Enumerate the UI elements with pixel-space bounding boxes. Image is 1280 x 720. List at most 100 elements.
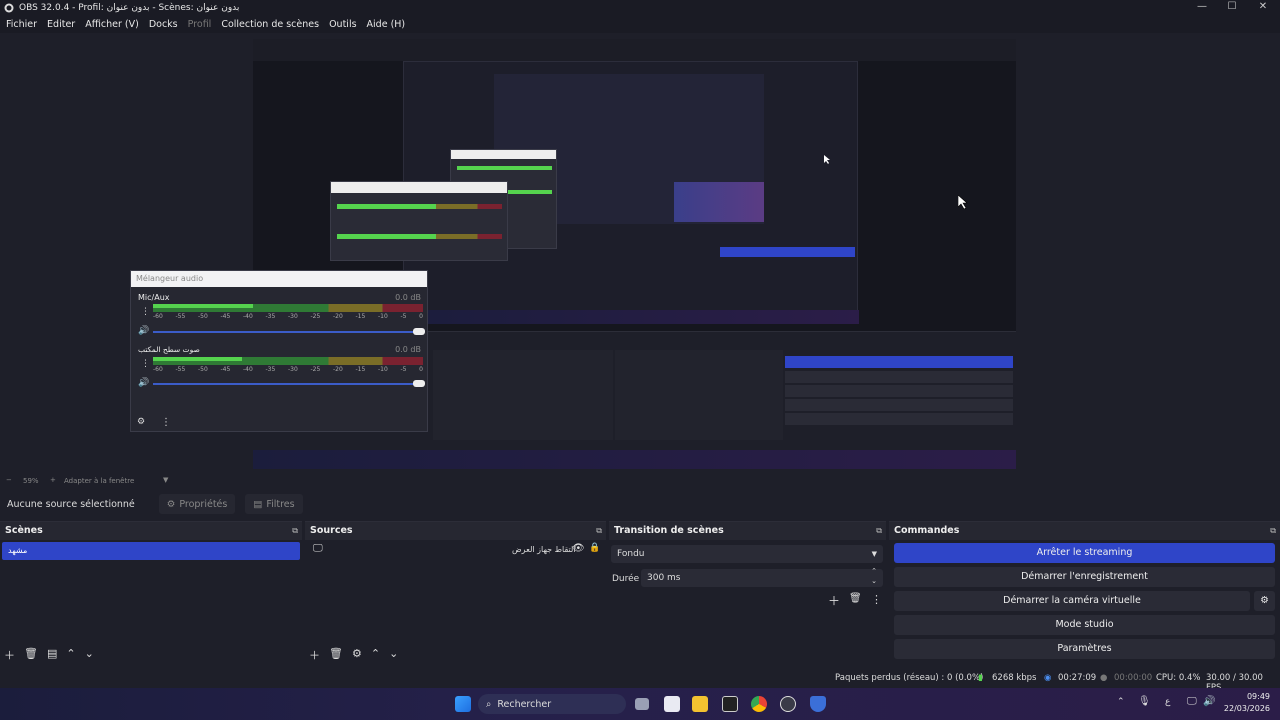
record-icon: ● bbox=[1100, 673, 1108, 683]
store-icon[interactable] bbox=[664, 696, 680, 712]
shield-icon[interactable] bbox=[810, 696, 826, 712]
trash-icon[interactable]: 🗑 bbox=[849, 593, 862, 604]
trash-icon[interactable]: 🗑 bbox=[24, 647, 38, 663]
minimize-button[interactable]: — bbox=[1187, 0, 1217, 16]
speaker-icon[interactable]: 🔊 bbox=[138, 378, 149, 388]
network-icon[interactable]: 🖵 bbox=[1187, 696, 1197, 707]
scene-item[interactable]: مشهد bbox=[2, 542, 300, 560]
virtual-camera-button[interactable]: Démarrer la caméra virtuelle bbox=[894, 591, 1250, 611]
more-icon[interactable]: ⋮ bbox=[871, 593, 882, 606]
add-icon[interactable]: ＋ bbox=[828, 592, 840, 609]
stream-icon: ◉ bbox=[1044, 673, 1052, 683]
monitor-icon: 🖵 bbox=[313, 543, 323, 554]
transitions-header: Transition de scènes ⧉ bbox=[609, 522, 886, 540]
clock-date[interactable]: 22/03/2026 bbox=[1222, 704, 1270, 713]
menu-outils[interactable]: Outils bbox=[329, 19, 356, 30]
clock-time[interactable]: 09:49 bbox=[1232, 692, 1270, 701]
eye-icon[interactable]: 👁 bbox=[572, 543, 585, 554]
popout-icon[interactable]: ⧉ bbox=[876, 522, 882, 540]
chevron-up-icon[interactable]: ⌃ bbox=[1117, 697, 1125, 707]
menu-docks[interactable]: Docks bbox=[149, 19, 178, 30]
arrow-up-icon[interactable]: ⌃ bbox=[371, 647, 380, 663]
gear-icon[interactable]: ⚙ bbox=[1254, 591, 1275, 611]
scenes-dock: Scènes ⧉ مشهد ＋ 🗑 ▤ ⌃ ⌄ bbox=[0, 521, 302, 667]
sources-toolbar: ＋ 🗑 ⚙ ⌃ ⌄ bbox=[309, 647, 398, 663]
studio-mode-button[interactable]: Mode studio bbox=[894, 615, 1275, 635]
speaker-icon[interactable]: 🔊 bbox=[138, 326, 149, 336]
audio-mixer-window[interactable]: Mélangeur audio Mic/Aux 0.0 dB ⋮ -60 -55 -… bbox=[130, 270, 428, 432]
close-button[interactable]: ✕ bbox=[1248, 0, 1278, 16]
popout-icon[interactable]: ⧉ bbox=[1270, 522, 1276, 540]
settings-button[interactable]: Paramètres bbox=[894, 639, 1275, 659]
volume-slider-knob[interactable] bbox=[413, 328, 425, 335]
menu-afficher[interactable]: Afficher (V) bbox=[85, 19, 139, 30]
volume-slider[interactable] bbox=[153, 380, 425, 387]
scenes-header: Scènes ⧉ bbox=[0, 522, 302, 540]
gear-icon[interactable]: ⚙ bbox=[352, 647, 362, 663]
popout-icon[interactable]: ⧉ bbox=[292, 522, 298, 540]
language-indicator[interactable]: ع bbox=[1165, 697, 1170, 707]
zoom-fit-select[interactable]: Adapter à la fenêtre bbox=[64, 477, 134, 485]
duration-label: Durée bbox=[612, 574, 640, 584]
chevron-down-icon: ▼ bbox=[871, 550, 877, 558]
mixer-menu-icon[interactable]: ⋮ bbox=[141, 307, 150, 317]
transition-select[interactable]: Fondu ▼ bbox=[611, 545, 883, 563]
advanced-audio-icon[interactable]: ⚙ bbox=[137, 417, 145, 427]
start-recording-button[interactable]: Démarrer l'enregistrement bbox=[894, 567, 1275, 587]
volume-slider[interactable] bbox=[153, 328, 425, 335]
menu-profil[interactable]: Profil bbox=[188, 19, 212, 30]
chevron-down-icon[interactable]: ▼ bbox=[163, 476, 168, 484]
stop-streaming-button[interactable]: Arrêter le streaming bbox=[894, 543, 1275, 563]
meter-tick-label: -10 bbox=[378, 366, 388, 373]
menu-editer[interactable]: Editer bbox=[47, 19, 75, 30]
meter-tick-label: -40 bbox=[243, 313, 253, 320]
mixer-channel-name: Mic/Aux bbox=[138, 293, 170, 302]
properties-button[interactable]: ⚙ Propriétés bbox=[158, 494, 236, 514]
add-icon[interactable]: ＋ bbox=[309, 647, 320, 663]
spinner-icon[interactable]: ⌃ ⌄ bbox=[871, 566, 877, 586]
source-item[interactable]: 🖵 التقاط جهاز العرض 👁 🔒 bbox=[307, 542, 604, 560]
arrow-down-icon[interactable]: ⌄ bbox=[85, 647, 94, 663]
preview-area[interactable]: Mélangeur audio Mic/Aux 0.0 dB ⋮ -60 -55 -… bbox=[0, 33, 1280, 476]
taskbar-search[interactable]: ⌕ Rechercher bbox=[478, 694, 626, 714]
arrow-up-icon[interactable]: ⌃ bbox=[66, 647, 75, 663]
obs-icon[interactable] bbox=[780, 696, 796, 712]
zoom-out-button[interactable]: − bbox=[6, 476, 12, 484]
nested-stream-button bbox=[720, 247, 855, 257]
search-icon: ⌕ bbox=[486, 698, 492, 710]
epic-games-icon[interactable] bbox=[722, 696, 738, 712]
microphone-icon[interactable]: 🎙 bbox=[1138, 696, 1151, 707]
meter-tick-label: -20 bbox=[333, 366, 343, 373]
filters-button[interactable]: ▤ Filtres bbox=[245, 494, 303, 514]
menu-scene-collection[interactable]: Collection de scènes bbox=[221, 19, 319, 30]
maximize-button[interactable]: ☐ bbox=[1217, 0, 1247, 16]
mixer-menu-icon[interactable]: ⋮ bbox=[141, 359, 150, 369]
zoom-in-button[interactable]: + bbox=[50, 476, 56, 484]
file-explorer-icon[interactable] bbox=[692, 696, 708, 712]
chrome-icon[interactable] bbox=[751, 696, 767, 712]
filter-icon[interactable]: ▤ bbox=[47, 647, 57, 663]
arrow-down-icon[interactable]: ⌄ bbox=[389, 647, 398, 663]
scene-item-label: مشهد bbox=[8, 546, 28, 555]
meter-tick-label: -20 bbox=[333, 313, 343, 320]
meter-tick-label: -15 bbox=[355, 313, 366, 320]
zoom-bar: − 59% + Adapter à la fenêtre ▼ bbox=[0, 476, 1280, 487]
volume-icon[interactable]: 🔊 bbox=[1203, 696, 1215, 707]
meter-tick-label: -40 bbox=[243, 366, 253, 373]
menu-fichier[interactable]: Fichier bbox=[6, 19, 37, 30]
volume-slider-knob[interactable] bbox=[413, 380, 425, 387]
duration-input[interactable]: 300 ms ⌃ ⌄ bbox=[641, 566, 883, 587]
task-view-icon[interactable] bbox=[635, 698, 649, 710]
mixer-options-icon[interactable]: ⋮ bbox=[161, 417, 171, 428]
title-bar: OBS 32.0.4 - Profil: بدون عنوان - Scènes… bbox=[0, 0, 1280, 16]
lock-icon[interactable]: 🔒 bbox=[589, 543, 600, 553]
popout-icon[interactable]: ⧉ bbox=[596, 522, 602, 540]
obs-logo-icon bbox=[4, 3, 14, 13]
meter-tick-label: -25 bbox=[310, 366, 321, 373]
add-icon[interactable]: ＋ bbox=[4, 647, 15, 663]
menu-aide[interactable]: Aide (H) bbox=[367, 19, 406, 30]
trash-icon[interactable]: 🗑 bbox=[329, 647, 343, 663]
commands-title: Commandes bbox=[894, 525, 960, 536]
windows-start-icon[interactable] bbox=[455, 696, 471, 712]
volume-meter-level bbox=[153, 304, 253, 308]
